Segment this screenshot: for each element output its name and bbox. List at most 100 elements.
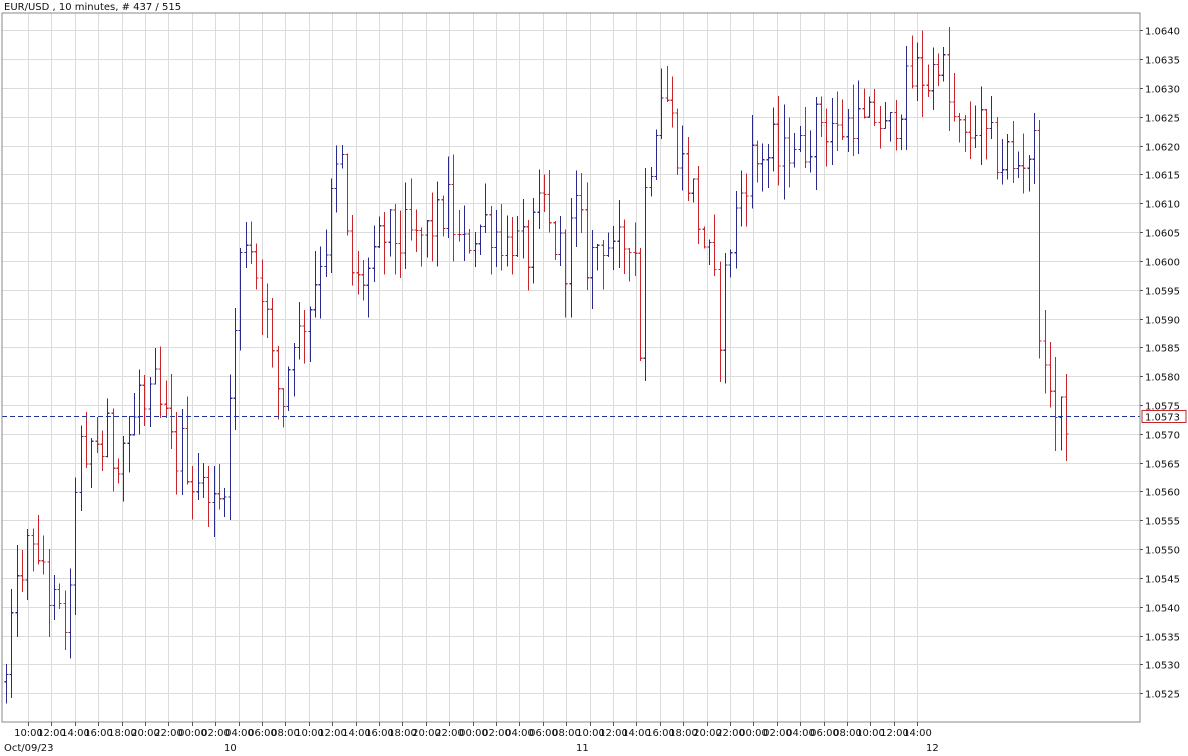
current-price-label: 1.0573: [1145, 413, 1180, 424]
price-bar: [744, 173, 749, 227]
price-bar: [537, 169, 542, 229]
price-bar: [111, 408, 116, 492]
price-bar: [286, 366, 291, 411]
y-tick-label: 1.0550: [1145, 546, 1180, 557]
price-bar: [734, 190, 739, 269]
price-bar: [1032, 113, 1037, 184]
price-bar: [979, 86, 984, 166]
price-bar: [1048, 341, 1053, 408]
price-bar: [888, 111, 893, 142]
y-tick-label: 1.0625: [1145, 114, 1180, 125]
price-bar: [382, 211, 387, 275]
x-tick-label: 14:00: [903, 728, 932, 739]
price-bar: [808, 130, 813, 173]
price-bar: [883, 102, 888, 130]
y-tick-label: 1.0590: [1145, 316, 1180, 327]
price-bar: [228, 374, 233, 521]
price-bar: [830, 97, 835, 165]
x-axis: 10:0012:0014:0016:0018:0020:0022:0000:00…: [14, 722, 932, 739]
price-bar: [670, 76, 675, 128]
price-bar: [851, 84, 856, 157]
price-bar: [1043, 310, 1048, 394]
price-bar: [622, 219, 627, 275]
price-bar: [483, 183, 488, 233]
price-bar: [526, 219, 531, 291]
price-bar: [260, 259, 265, 336]
price-bar: [643, 167, 648, 382]
price-bar: [190, 466, 195, 520]
price-bar: [174, 412, 179, 495]
price-bar: [127, 416, 132, 473]
price-bar: [435, 181, 440, 267]
price-bar: [419, 227, 424, 267]
chart-title: EUR/USD , 10 minutes, # 437 / 515: [4, 2, 181, 13]
price-bar: [313, 250, 318, 318]
price-bar: [872, 88, 877, 127]
y-tick-label: 1.0555: [1145, 517, 1180, 528]
price-bar: [116, 458, 121, 484]
price-bar: [840, 99, 845, 141]
price-bar: [728, 249, 733, 278]
y-tick-label: 1.0585: [1145, 344, 1180, 355]
price-bar: [430, 192, 435, 262]
price-bar: [590, 230, 595, 310]
price-bar: [206, 466, 211, 528]
price-bar: [276, 346, 281, 420]
price-bar: [36, 514, 41, 565]
price-bar: [345, 153, 350, 236]
chart-gridlines: [2, 13, 1140, 722]
price-bar: [1016, 151, 1021, 178]
price-bar: [297, 301, 302, 360]
price-bar: [936, 53, 941, 87]
price-bar: [931, 47, 936, 110]
price-bar: [361, 259, 366, 301]
price-bar: [521, 199, 526, 259]
price-bar: [462, 205, 467, 261]
price-bar: [585, 182, 590, 291]
y-tick-label: 1.0620: [1145, 143, 1180, 154]
price-bar: [691, 178, 696, 203]
y-axis: 1.0525 1.0530 1.0535 1.0540 1.0545 1.0550 1.05…: [1140, 27, 1180, 701]
price-bar: [393, 204, 398, 275]
price-bar: [595, 244, 600, 271]
price-bar: [1053, 357, 1058, 451]
price-bar: [510, 216, 515, 275]
price-bar: [947, 26, 952, 131]
y-tick-label: 1.0540: [1145, 604, 1180, 615]
y-tick-label: 1.0635: [1145, 56, 1180, 67]
price-bar: [787, 117, 792, 188]
price-bar: [574, 170, 579, 247]
price-bar: [52, 575, 57, 621]
price-bar: [265, 283, 270, 338]
price-bar: [941, 46, 946, 82]
y-tick-label: 1.0610: [1145, 200, 1180, 211]
y-tick-label: 1.0560: [1145, 488, 1180, 499]
price-bar: [196, 453, 201, 500]
price-bar: [84, 412, 89, 468]
price-bar: [180, 408, 185, 496]
y-tick-label: 1.0570: [1145, 431, 1180, 442]
price-bar: [281, 388, 286, 428]
price-bar: [649, 166, 654, 197]
price-bar: [324, 229, 329, 278]
price-bar: [878, 106, 883, 149]
price-bar: [20, 550, 25, 592]
y-tick-label: 1.0605: [1145, 229, 1180, 240]
price-bar: [79, 425, 84, 512]
price-bar: [760, 143, 765, 192]
price-bar: [766, 143, 771, 189]
price-bar: [153, 347, 158, 385]
price-bar: [73, 477, 78, 616]
price-bar: [1005, 133, 1010, 180]
price-bar: [47, 549, 52, 638]
price-bar: [638, 248, 643, 362]
price-bar: [569, 197, 574, 318]
plot-frame: [1, 12, 1141, 723]
price-bar: [904, 45, 909, 150]
price-bar: [723, 252, 728, 384]
price-bar: [505, 215, 510, 267]
price-bar: [792, 133, 797, 168]
price-bar: [915, 42, 920, 102]
price-bar: [494, 210, 499, 268]
current-price-tag: 1.0573: [1141, 410, 1187, 424]
